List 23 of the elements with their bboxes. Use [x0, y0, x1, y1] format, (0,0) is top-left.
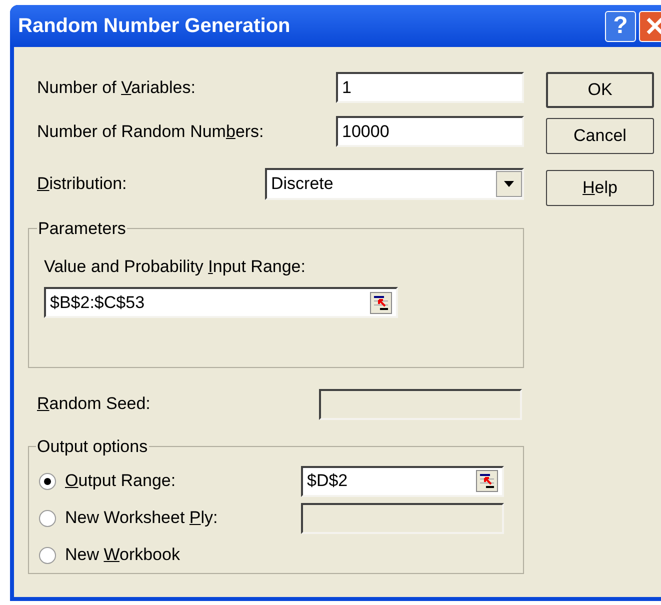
close-button[interactable]	[639, 10, 661, 42]
dialog-button[interactable]: Cancel	[546, 118, 654, 154]
range-picker-icon[interactable]	[476, 470, 498, 492]
field-label: Number of Random Numbers:	[37, 120, 264, 143]
number-field[interactable]: 1	[336, 72, 524, 103]
number-field[interactable]: 10000	[336, 116, 524, 147]
range-picker-icon[interactable]	[370, 292, 392, 314]
group-title: Parameters	[37, 218, 127, 240]
dialog-button[interactable]: Help	[546, 170, 654, 206]
close-icon	[645, 16, 661, 36]
range-field[interactable]: $B$2:$C$53	[44, 287, 398, 318]
radio-option[interactable]: New Workbook	[39, 542, 180, 568]
radio-option[interactable]: Output Range:	[39, 468, 176, 494]
help-button[interactable]: ?	[605, 10, 636, 42]
dialog-button[interactable]: OK	[546, 72, 654, 108]
window-title: Random Number Generation	[18, 14, 290, 39]
field-label: Number of Variables:	[37, 76, 196, 99]
distribution-dropdown[interactable]: Discrete	[265, 168, 524, 200]
field-label: Value and Probability Input Range:	[44, 256, 306, 278]
group-title: Output options	[36, 436, 149, 458]
output-range-field[interactable]: $D$2	[301, 466, 504, 496]
field-label: Random Seed:	[37, 393, 150, 416]
field-label: Distribution:	[37, 173, 127, 196]
